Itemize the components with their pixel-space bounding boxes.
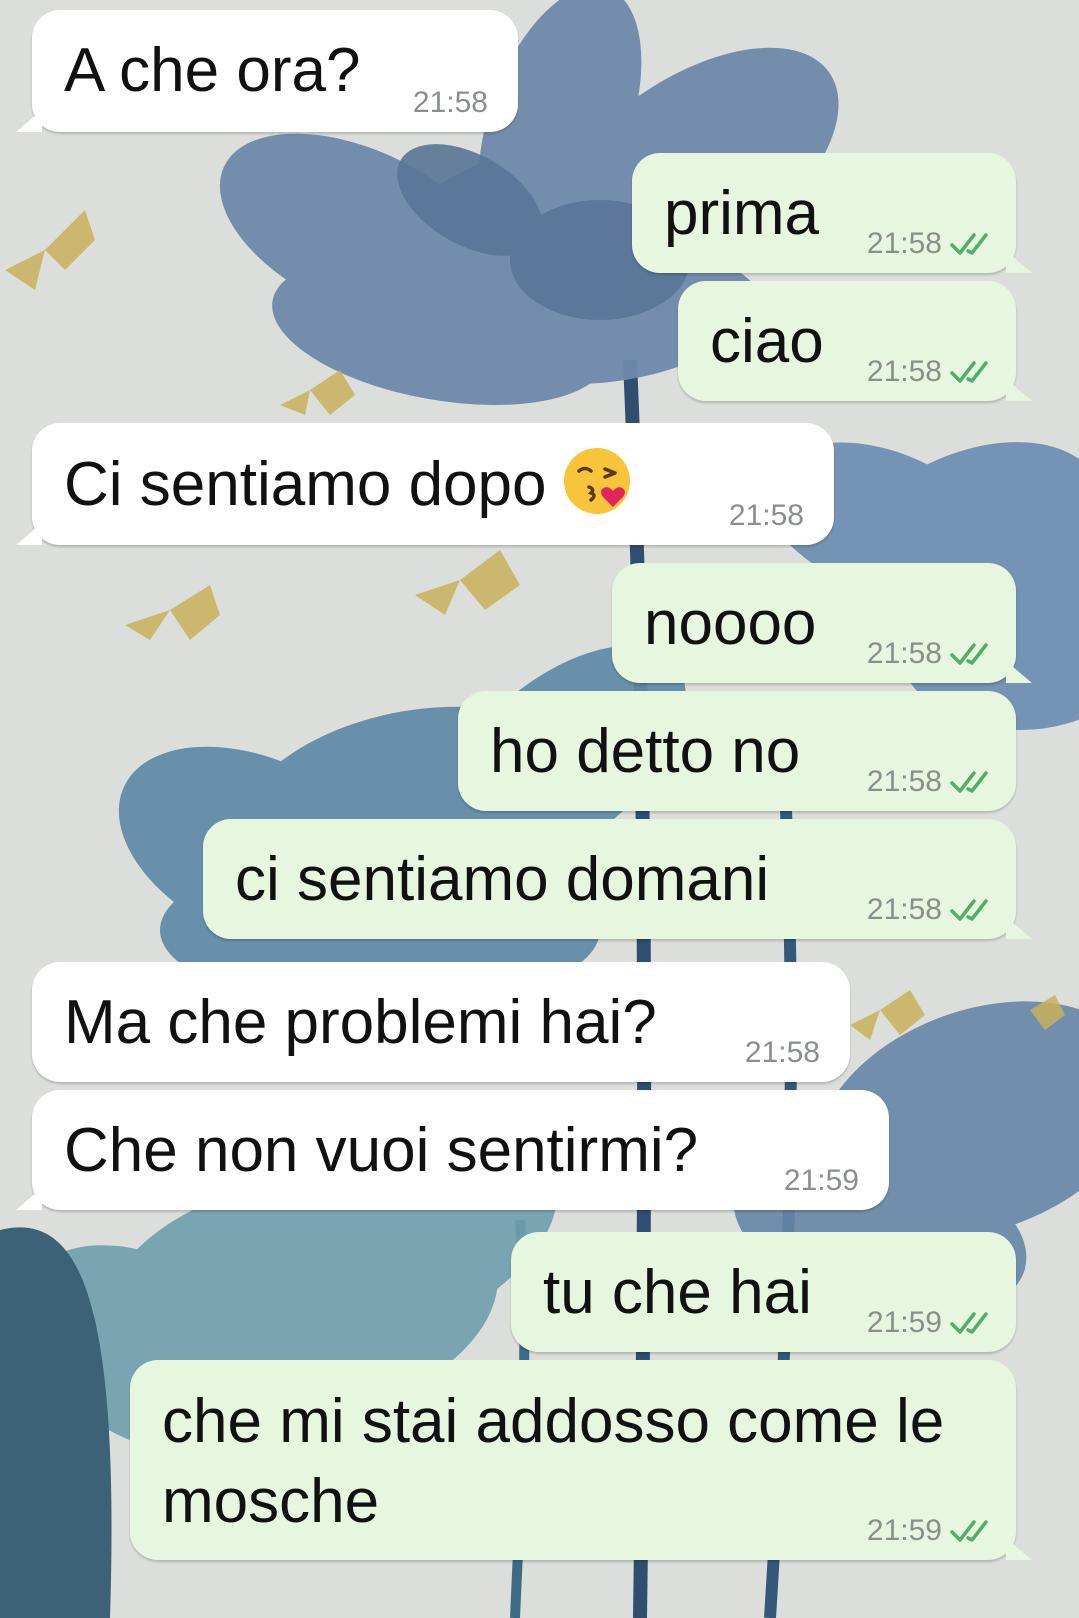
message-text: Ma che problemi hai? [64, 988, 657, 1057]
message-meta: 21:59 [784, 1164, 859, 1198]
message-time: 21:59 [783, 1164, 859, 1197]
incoming-message[interactable]: A che ora? 21:58 [16, 10, 518, 132]
read-double-check-icon [950, 643, 988, 665]
message-time: 21:58 [866, 765, 942, 798]
outgoing-message[interactable]: ciao 21:58 [678, 281, 1032, 401]
message-meta: 21:58 [745, 1036, 820, 1070]
incoming-message[interactable]: Ma che problemi hai? 21:58 [32, 962, 850, 1082]
message-text: ho detto no [490, 717, 801, 786]
message-time: 21:58 [866, 227, 942, 260]
message-text: ci sentiamo domani [235, 845, 770, 914]
outgoing-message[interactable]: tu che hai 21:59 [511, 1232, 1016, 1352]
read-double-check-icon [950, 1520, 988, 1542]
message-text: prima [664, 179, 820, 248]
message-time: 21:59 [866, 1306, 942, 1339]
incoming-message[interactable]: Ci sentiamo dopo 21:58 [16, 423, 834, 545]
message-meta: 21:59 [867, 1306, 998, 1340]
message-time: 21:58 [412, 86, 488, 119]
message-meta: 21:58 [867, 765, 998, 799]
message-time: 21:59 [866, 1514, 942, 1547]
incoming-message[interactable]: Che non vuoi sentirmi? 21:59 [16, 1090, 889, 1210]
message-time: 21:58 [744, 1036, 820, 1069]
message-text: ciao [710, 307, 824, 376]
message-meta: 21:58 [413, 86, 488, 120]
message-meta: 21:58 [729, 499, 804, 533]
face-blowing-kiss-emoji [563, 448, 630, 514]
chat-message-list[interactable]: A che ora? 21:58 prima 21:58 ciao 21:58 … [0, 0, 1079, 1618]
message-time: 21:58 [728, 499, 804, 532]
message-time: 21:58 [866, 355, 942, 388]
outgoing-message[interactable]: ho detto no 21:58 [458, 691, 1016, 811]
outgoing-message[interactable]: prima 21:58 [632, 153, 1032, 273]
read-double-check-icon [950, 1312, 988, 1334]
message-time: 21:58 [866, 637, 942, 670]
read-double-check-icon [950, 361, 988, 383]
message-text: tu che hai [543, 1258, 812, 1327]
read-double-check-icon [950, 233, 988, 255]
message-time: 21:58 [866, 893, 942, 926]
message-text: Che non vuoi sentirmi? [64, 1116, 699, 1185]
message-text: noooo [644, 589, 817, 658]
message-meta: 21:58 [867, 893, 998, 927]
message-meta: 21:58 [867, 637, 998, 671]
outgoing-message[interactable]: noooo 21:58 [612, 563, 1032, 683]
read-double-check-icon [950, 899, 988, 921]
message-text: che mi stai addosso come le mosche [162, 1387, 945, 1536]
message-meta: 21:58 [867, 227, 998, 261]
outgoing-message[interactable]: ci sentiamo domani 21:58 [203, 819, 1032, 939]
message-text: A che ora? [64, 36, 361, 105]
read-double-check-icon [950, 771, 988, 793]
message-meta: 21:59 [867, 1514, 998, 1548]
message-meta: 21:58 [867, 355, 998, 389]
message-text: Ci sentiamo dopo [64, 450, 547, 519]
outgoing-message[interactable]: che mi stai addosso come le mosche 21:59 [130, 1360, 1032, 1560]
